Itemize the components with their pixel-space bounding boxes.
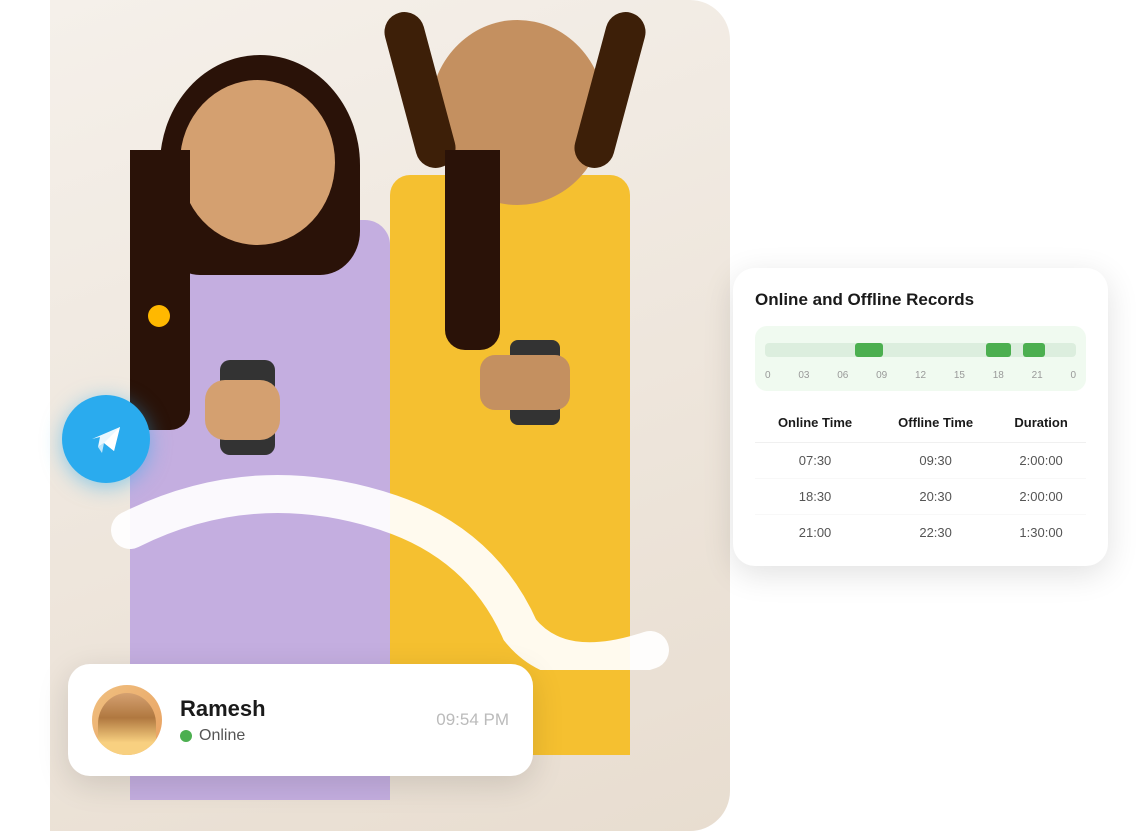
last-seen-time: 09:54 PM [436,710,509,730]
label-18: 18 [993,370,1004,381]
contact-name: Ramesh [180,696,436,722]
cell-duration-2: 1:30:00 [996,515,1086,551]
woman-hair-long [130,150,190,430]
cell-offline-2: 22:30 [875,515,996,551]
label-06: 06 [837,370,848,381]
label-21: 21 [1032,370,1043,381]
label-09: 09 [876,370,887,381]
label-12: 12 [915,370,926,381]
online-status: Online [180,727,436,745]
table-row: 21:00 22:30 1:30:00 [755,515,1086,551]
label-15: 15 [954,370,965,381]
child-hands [480,355,570,410]
timeline-track-container [765,340,1076,362]
cell-online-2: 21:00 [755,515,875,551]
label-0: 0 [765,370,771,381]
timeline-segment-2 [986,343,1011,357]
table-row: 07:30 09:30 2:00:00 [755,443,1086,479]
label-03: 03 [798,370,809,381]
cell-offline-1: 20:30 [875,479,996,515]
table-row: 18:30 20:30 2:00:00 [755,479,1086,515]
records-table: Online Time Offline Time Duration 07:30 … [755,407,1086,550]
col-offline-time: Offline Time [875,407,996,443]
cell-online-0: 07:30 [755,443,875,479]
woman-hair-right [445,150,500,350]
dot-yellow [148,305,170,327]
records-card: Online and Offline Records 0 03 06 09 12… [733,268,1108,566]
timeline-labels: 0 03 06 09 12 15 18 21 0 [765,370,1076,381]
avatar-figure [98,693,156,755]
timeline-chart: 0 03 06 09 12 15 18 21 0 [755,326,1086,391]
telegram-logo [84,417,128,461]
timeline-segment-1 [855,343,883,357]
cell-duration-1: 2:00:00 [996,479,1086,515]
woman-face [180,80,335,245]
avatar [92,685,162,755]
status-info: Ramesh Online [180,696,436,745]
cell-offline-0: 09:30 [875,443,996,479]
status-card: Ramesh Online 09:54 PM [68,664,533,776]
col-duration: Duration [996,407,1086,443]
label-24: 0 [1070,370,1076,381]
online-indicator [180,730,192,742]
cell-duration-0: 2:00:00 [996,443,1086,479]
online-label: Online [199,727,245,745]
col-online-time: Online Time [755,407,875,443]
records-title: Online and Offline Records [755,290,1086,310]
woman-hand [205,380,280,440]
cell-online-1: 18:30 [755,479,875,515]
big-arrow [731,55,941,190]
telegram-icon[interactable] [62,395,150,483]
timeline-segment-3 [1023,343,1045,357]
